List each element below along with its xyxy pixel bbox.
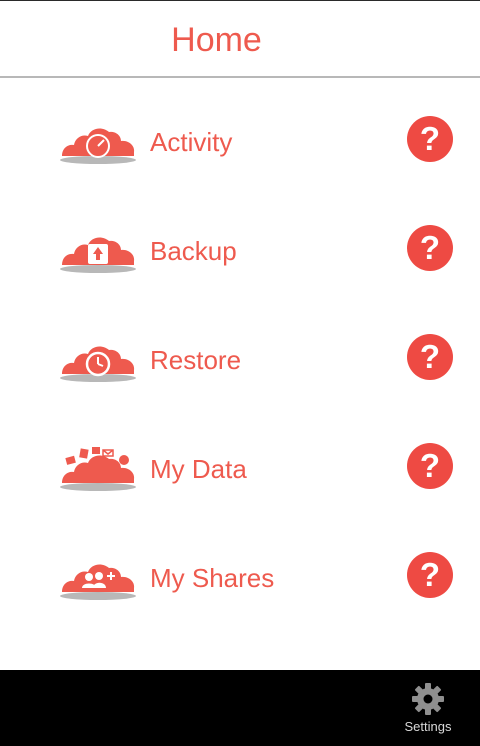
upload-cloud-icon: [60, 237, 136, 273]
menu-item-backup[interactable]: Backup ?: [0, 213, 480, 293]
page-title: Home: [171, 21, 262, 59]
menu-item-restore[interactable]: Restore ?: [0, 322, 480, 402]
menu-item-activity[interactable]: Activity ?: [0, 104, 480, 184]
menu-item-label: My Shares: [150, 563, 275, 593]
settings-label: Settings: [404, 719, 452, 734]
menu-item-label: Backup: [150, 236, 237, 266]
clock-cloud-icon: [60, 346, 136, 382]
help-icon[interactable]: ?: [407, 225, 453, 271]
gear-icon: [412, 683, 444, 715]
help-icon[interactable]: ?: [407, 552, 453, 598]
menu-item-label: My Data: [150, 454, 247, 484]
files-cloud-icon: [60, 447, 136, 491]
users-cloud-icon: [60, 564, 136, 600]
menu-item-my-data[interactable]: My Data ?: [0, 431, 480, 511]
menu-item-label: Activity: [150, 127, 233, 157]
menu-item-label: Restore: [150, 345, 242, 375]
settings-button[interactable]: Settings: [396, 680, 460, 740]
bottom-bar: Settings: [0, 670, 480, 746]
help-icon[interactable]: ?: [407, 116, 453, 162]
help-icon[interactable]: ?: [407, 443, 453, 489]
help-icon[interactable]: ?: [407, 334, 453, 380]
menu-item-my-shares[interactable]: My Shares ?: [0, 540, 480, 620]
gauge-cloud-icon: [60, 128, 136, 164]
header-bar: Home: [0, 0, 480, 78]
